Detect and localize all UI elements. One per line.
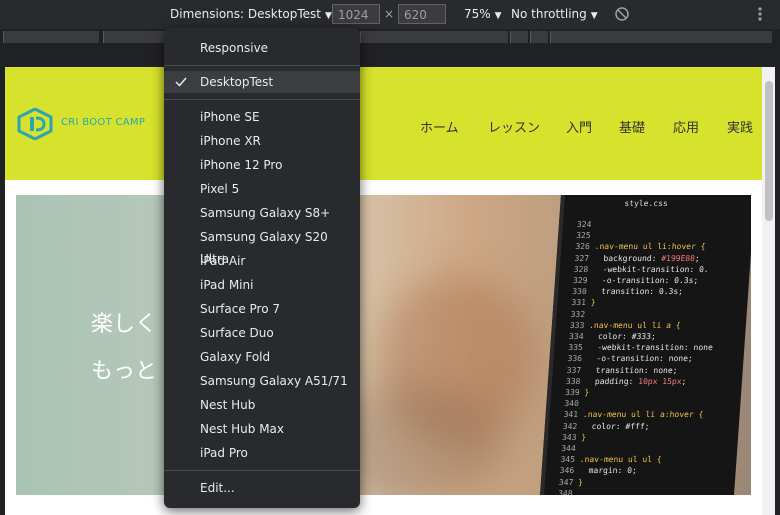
- media-query-bar: [0, 29, 780, 47]
- caret-down-icon: ▼: [494, 11, 502, 21]
- menu-item-device[interactable]: Nest Hub Max: [164, 418, 360, 440]
- caret-down-icon: ▼: [325, 11, 332, 21]
- width-input[interactable]: 1024: [332, 4, 380, 24]
- menu-item-device[interactable]: Samsung Galaxy S8+: [164, 202, 360, 224]
- nav-advanced[interactable]: 応用: [673, 117, 699, 136]
- laptop-screen: style.css 324 325 326 .nav-menu ul li:ho…: [540, 195, 751, 495]
- menu-item-device[interactable]: Nest Hub: [164, 394, 360, 416]
- nav-home[interactable]: ホーム: [420, 117, 459, 136]
- throttling-label: No throttling: [511, 7, 587, 21]
- menu-item-device[interactable]: iPad Mini: [164, 274, 360, 296]
- menu-item-device[interactable]: iPhone SE: [164, 106, 360, 128]
- menu-item-device[interactable]: Pixel 5: [164, 178, 360, 200]
- logo-text[interactable]: CRI BOOT CAMP: [61, 117, 145, 128]
- rotate-icon[interactable]: [614, 6, 630, 22]
- height-input[interactable]: 620: [398, 4, 446, 24]
- menu-item-device[interactable]: iPad Air: [164, 250, 360, 272]
- menu-item-label: DesktopTest: [200, 75, 274, 89]
- media-query-segment[interactable]: [103, 31, 165, 43]
- nav-basics[interactable]: 基礎: [619, 117, 645, 136]
- menu-item-desktoptest[interactable]: DesktopTest: [164, 71, 360, 93]
- media-query-segment[interactable]: [360, 31, 508, 43]
- more-options-icon[interactable]: [754, 5, 766, 23]
- logo-icon[interactable]: [17, 108, 53, 140]
- nav-practice[interactable]: 実践: [727, 117, 753, 136]
- menu-separator: [164, 99, 360, 100]
- media-query-segment[interactable]: [3, 31, 99, 43]
- code-editor-tab: style.css: [624, 199, 669, 208]
- menu-item-device[interactable]: iPhone XR: [164, 130, 360, 152]
- dimensions-select[interactable]: Dimensions: DesktopTest ▼: [170, 7, 332, 21]
- nav-intro[interactable]: 入門: [566, 117, 592, 136]
- menu-item-device[interactable]: Galaxy Fold: [164, 346, 360, 368]
- device-toolbar: Dimensions: DesktopTest ▼ 1024 × 620 75% ▼…: [0, 0, 780, 29]
- site-header: CRI BOOT CAMP ホーム レッスン 入門 基礎 応用 実践: [5, 67, 762, 180]
- dimensions-label: Dimensions: DesktopTest: [170, 7, 322, 21]
- menu-item-device[interactable]: Surface Pro 7: [164, 298, 360, 320]
- nav-lessons[interactable]: レッスン: [488, 117, 540, 136]
- menu-separator: [164, 65, 360, 66]
- menu-item-device[interactable]: Samsung Galaxy S20 Ultra: [164, 226, 360, 266]
- hero-heading-line1: 楽しく: [91, 312, 158, 337]
- menu-item-responsive[interactable]: Responsive: [164, 37, 360, 59]
- menu-separator: [164, 470, 360, 471]
- menu-item-device[interactable]: Samsung Galaxy A51/71: [164, 370, 360, 392]
- media-query-segment[interactable]: [550, 31, 772, 43]
- throttling-select[interactable]: No throttling ▼: [511, 7, 598, 21]
- page-scrollbar[interactable]: [762, 67, 775, 515]
- menu-item-device[interactable]: Surface Duo: [164, 322, 360, 344]
- times-separator: ×: [384, 7, 395, 21]
- hero-heading-line2: もっと: [91, 359, 158, 384]
- code-snippet: 324 325 326 .nav-menu ul li:hover { 327 …: [557, 220, 714, 495]
- caret-down-icon: ▼: [590, 11, 598, 21]
- checkmark-icon: [175, 77, 187, 87]
- menu-item-device[interactable]: iPad Pro: [164, 442, 360, 464]
- menu-item-edit[interactable]: Edit...: [164, 477, 360, 499]
- media-query-segment[interactable]: [510, 31, 528, 43]
- zoom-select[interactable]: 75% ▼: [464, 7, 502, 21]
- device-dropdown-menu: Responsive DesktopTest iPhone SE iPhone …: [164, 28, 360, 508]
- zoom-label: 75%: [464, 7, 491, 21]
- menu-item-device[interactable]: iPhone 12 Pro: [164, 154, 360, 176]
- media-query-segment[interactable]: [530, 31, 548, 43]
- page-viewport: CRI BOOT CAMP ホーム レッスン 入門 基礎 応用 実践 楽しく も…: [5, 67, 775, 515]
- hero-image: 楽しく もっと style.css 324 325 326 .nav-menu …: [16, 195, 751, 495]
- scrollbar-thumb[interactable]: [765, 81, 773, 221]
